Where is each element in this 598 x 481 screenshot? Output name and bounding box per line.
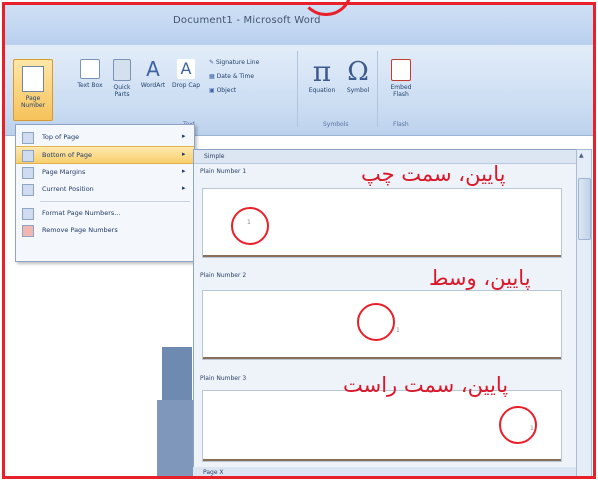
date-time-button[interactable]: ▦ Date & Time: [209, 73, 299, 80]
submenu-arrow-icon: ▸: [182, 167, 186, 175]
scrollbar-thumb[interactable]: [578, 178, 591, 240]
object-button[interactable]: ▣ Object: [209, 87, 299, 94]
symbols-group-label: Symbols: [323, 121, 349, 128]
window-title: Document1 - Microsoft Word: [173, 15, 321, 26]
drop-cap-label: Drop Cap: [171, 82, 201, 89]
annotation-bottom-center: پایین، وسط: [429, 266, 531, 290]
equation-label: Equation: [308, 87, 336, 94]
signature-line-label: Signature Line: [215, 59, 260, 66]
page-number-preview: 1: [396, 327, 400, 334]
group-separator: [377, 51, 378, 127]
menu-item-label: Format Page Numbers...: [42, 209, 121, 217]
annotation-bottom-right: پایین، سمت راست: [343, 373, 509, 397]
embed-flash-label: Embed Flash: [390, 84, 412, 98]
current-position-icon: [22, 184, 34, 196]
gallery-item-title: Plain Number 3: [200, 375, 247, 382]
gallery-scrollbar[interactable]: ▲: [576, 149, 592, 476]
menu-item-label: Top of Page: [42, 133, 80, 141]
drop-cap-button[interactable]: A Drop Cap: [171, 59, 201, 89]
drop-cap-icon: A: [177, 59, 195, 79]
highlight-circle: [231, 207, 269, 245]
flash-group-label: Flash: [393, 121, 409, 128]
date-time-label: Date & Time: [216, 73, 255, 80]
gallery-item-title: Plain Number 1: [200, 168, 247, 175]
document-background: [157, 400, 193, 476]
menu-item-page-margins[interactable]: Page Margins ▸: [16, 164, 194, 180]
object-label: Object: [216, 87, 237, 94]
equation-button[interactable]: π Equation: [305, 55, 339, 95]
remove-page-numbers-icon: [22, 225, 34, 237]
page-edge: [203, 357, 561, 359]
menu-item-label: Bottom of Page: [42, 151, 92, 159]
gallery-section-label: Page X: [203, 469, 224, 476]
submenu-arrow-icon: ▸: [182, 184, 186, 192]
wordart-label: WordArt: [140, 82, 166, 89]
gallery-section-header: Page X: [193, 467, 577, 476]
symbol-label: Symbol: [346, 87, 370, 94]
annotation-bottom-left: پایین، سمت چپ: [361, 162, 506, 186]
title-bar: Document1 - Microsoft Word: [5, 5, 593, 45]
page-edge: [203, 459, 561, 461]
menu-item-current-position[interactable]: Current Position ▸: [16, 181, 194, 197]
quick-parts-button[interactable]: Quick Parts: [107, 59, 137, 98]
screenshot-frame: Document1 - Microsoft Word Page Number T…: [2, 2, 596, 479]
top-of-page-icon: [22, 132, 34, 144]
format-page-numbers-icon: [22, 208, 34, 220]
omega-icon: Ω: [347, 57, 369, 87]
group-separator: [297, 51, 298, 127]
embed-flash-button[interactable]: Embed Flash: [383, 59, 419, 98]
page-number-label: Page Number: [20, 95, 46, 109]
symbol-button[interactable]: Ω Symbol: [341, 57, 375, 94]
page-number-menu: Top of Page ▸ Bottom of Page ▸ Page Marg…: [15, 124, 195, 262]
object-icon: ▣: [209, 87, 217, 94]
menu-item-label: Page Margins: [42, 168, 86, 176]
menu-item-label: Current Position: [42, 185, 94, 193]
ribbon-insert-tab: Page Number Text Box Quick Parts A WordA…: [5, 45, 593, 136]
pi-icon: π: [312, 55, 332, 88]
wordart-icon: A: [146, 57, 160, 81]
scroll-up-icon[interactable]: ▲: [579, 152, 584, 159]
menu-item-top-of-page[interactable]: Top of Page ▸: [16, 129, 194, 145]
quick-parts-label: Quick Parts: [113, 84, 131, 98]
flash-icon: [391, 59, 411, 81]
bottom-of-page-icon: [22, 150, 34, 162]
signature-line-button[interactable]: ✎ Signature Line: [209, 59, 299, 66]
wordart-button[interactable]: A WordArt: [137, 59, 169, 89]
submenu-arrow-icon: ▸: [182, 132, 186, 140]
text-box-label: Text Box: [77, 82, 103, 89]
menu-item-label: Remove Page Numbers: [42, 226, 118, 234]
page-margins-icon: [22, 167, 34, 179]
highlight-circle: [357, 303, 395, 341]
page-edge: [203, 255, 561, 257]
page-number-icon: [22, 66, 44, 92]
text-box-button[interactable]: Text Box: [75, 59, 105, 89]
menu-separator: [40, 201, 190, 202]
signature-icon: ✎: [209, 59, 216, 66]
menu-item-format-page-numbers[interactable]: Format Page Numbers...: [16, 205, 194, 221]
menu-item-bottom-of-page[interactable]: Bottom of Page ▸: [16, 146, 194, 164]
submenu-arrow-icon: ▸: [182, 150, 186, 158]
gallery-section-label: Simple: [204, 153, 225, 160]
text-box-icon: [80, 59, 100, 79]
highlight-circle: [499, 406, 537, 444]
quick-parts-icon: [113, 59, 131, 81]
calendar-icon: ▦: [209, 73, 217, 80]
gallery-item-title: Plain Number 2: [200, 272, 247, 279]
menu-item-remove-page-numbers[interactable]: Remove Page Numbers: [16, 222, 194, 238]
page-number-button[interactable]: Page Number: [13, 59, 53, 121]
